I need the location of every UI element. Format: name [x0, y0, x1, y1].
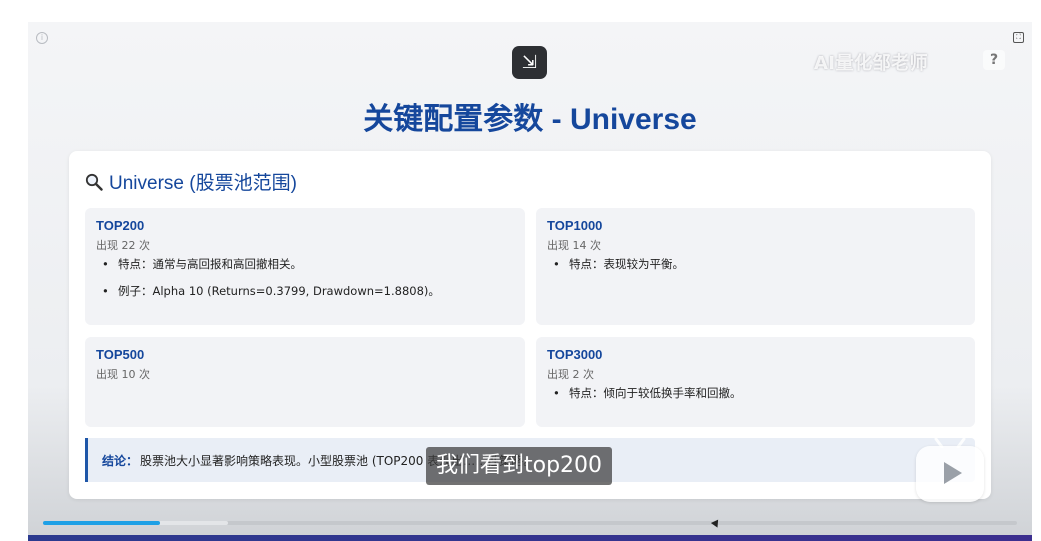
card-count: 出现 2 次	[547, 368, 594, 381]
card-top500: TOP500 出现 10 次	[85, 337, 525, 427]
watermark-logo-icon: ?	[983, 50, 1005, 70]
bullet-item: 特点：通常与高回报和高回撤相关。	[96, 256, 440, 272]
slide-title: 关键配置参数 - Universe	[363, 103, 697, 136]
card-title: TOP3000	[547, 347, 603, 362]
bullet-item: 例子：Alpha 10 (Returns=0.3799, Drawdown=1.…	[96, 283, 440, 299]
card-title: TOP200	[96, 218, 145, 233]
info-icon[interactable]: i	[36, 32, 48, 44]
card-title: TOP1000	[547, 218, 603, 233]
subtitle-caption: 我们看到top200	[426, 447, 613, 485]
video-player[interactable]: i ⛶ ⇲ AI量化邹老师 ? 关键配置参数 - Universe Univer…	[28, 22, 1032, 541]
section-heading: Universe (股票池范围)	[85, 168, 297, 195]
section-heading-text: Universe (股票池范围)	[109, 173, 297, 194]
card-title: TOP500	[96, 347, 145, 362]
card-top200: TOP200 出现 22 次 特点：通常与高回报和高回撤相关。 例子：Alpha…	[85, 208, 525, 325]
expand-icon[interactable]: ⛶	[1013, 32, 1024, 43]
progress-played	[43, 521, 160, 525]
pip-icon[interactable]: ⇲	[512, 46, 547, 79]
card-bullets: 特点：倾向于较低换手率和回撤。	[547, 385, 742, 412]
conclusion-label: 结论：	[102, 454, 139, 468]
card-bullets: 特点：表现较为平衡。	[547, 256, 684, 283]
browser-frame: i ⛶ ⇲ AI量化邹老师 ? 关键配置参数 - Universe Univer…	[0, 0, 1041, 541]
channel-watermark: AI量化邹老师	[814, 53, 929, 74]
play-triangle	[944, 462, 962, 484]
card-top1000: TOP1000 出现 14 次 特点：表现较为平衡。	[536, 208, 975, 325]
play-icon[interactable]	[916, 438, 984, 502]
card-bullets: 特点：通常与高回报和高回撤相关。 例子：Alpha 10 (Returns=0.…	[96, 256, 440, 310]
progress-bar[interactable]	[43, 521, 1017, 525]
bullet-item: 特点：倾向于较低换手率和回撤。	[547, 385, 742, 401]
card-count: 出现 10 次	[96, 368, 150, 381]
magnifier-icon	[85, 173, 103, 191]
bottom-strip	[28, 535, 1032, 541]
card-count: 出现 14 次	[547, 239, 601, 252]
bullet-item: 特点：表现较为平衡。	[547, 256, 684, 272]
card-top3000: TOP3000 出现 2 次 特点：倾向于较低换手率和回撤。	[536, 337, 975, 427]
card-count: 出现 22 次	[96, 239, 150, 252]
